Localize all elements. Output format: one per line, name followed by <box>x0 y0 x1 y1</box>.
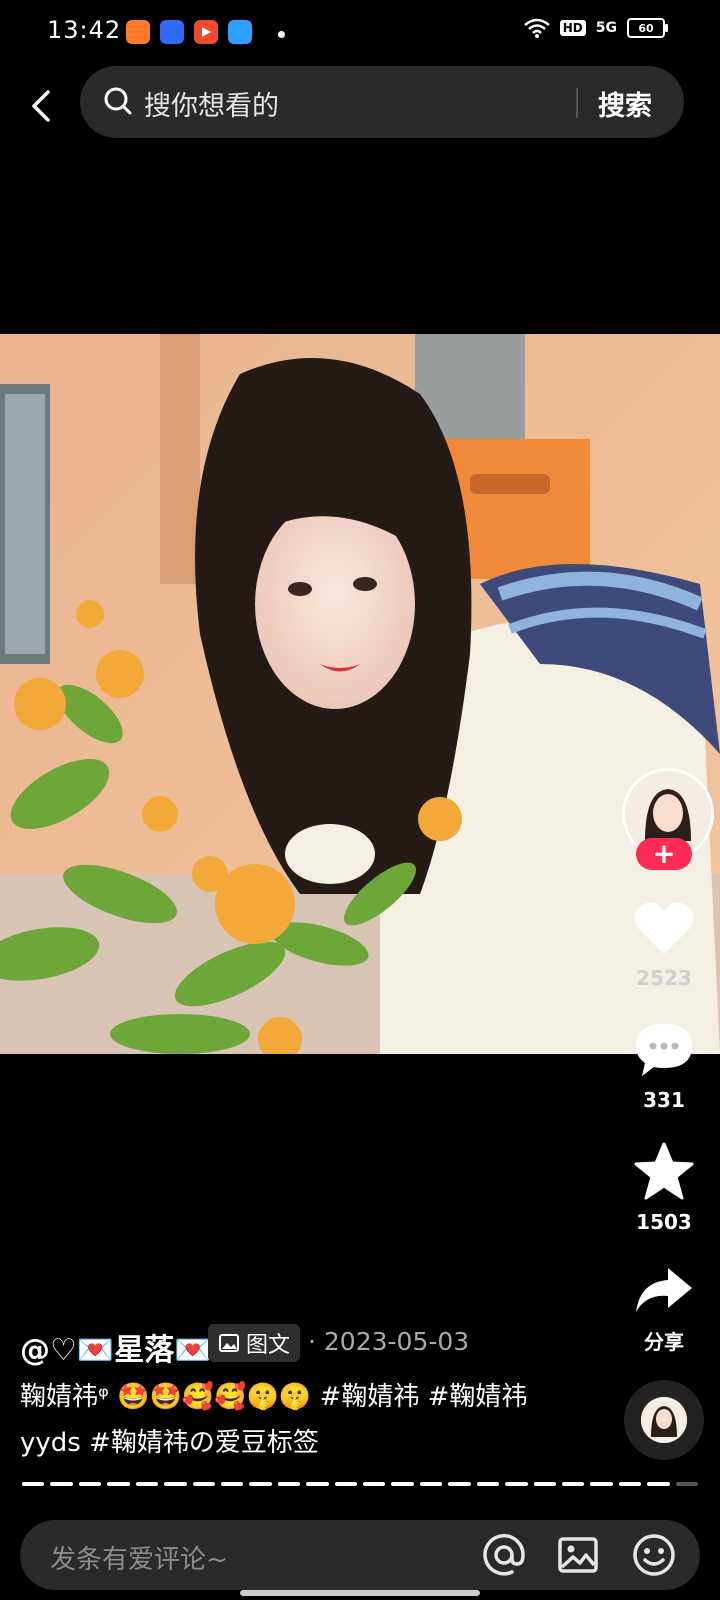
notification-icons <box>126 20 252 44</box>
progress-segment <box>277 1482 301 1486</box>
heart-icon <box>634 902 694 954</box>
like-count: 2523 <box>636 966 692 990</box>
author-name[interactable]: @♡💌星落💌 <box>20 1325 212 1369</box>
progress-segment <box>135 1482 159 1486</box>
progress-segment <box>107 1482 130 1486</box>
video-app-icon <box>194 20 218 44</box>
progress-segment <box>78 1482 102 1486</box>
more-notifications-dot <box>278 31 285 38</box>
share-arrow-icon <box>636 1268 692 1312</box>
comment-bubble-icon <box>636 1024 692 1076</box>
progress-segment <box>448 1482 471 1486</box>
wifi-icon <box>523 18 550 38</box>
progress-segment <box>22 1482 45 1486</box>
progress-segment <box>334 1482 358 1486</box>
comment-count: 331 <box>643 1088 685 1112</box>
post-image[interactable] <box>0 334 720 1054</box>
post-date: · 2023-05-03 <box>308 1327 470 1356</box>
post-type-badge: 图文 <box>208 1324 301 1362</box>
progress-segment <box>50 1482 73 1486</box>
at-mention-icon[interactable] <box>482 1533 526 1577</box>
progress-segment <box>476 1482 500 1486</box>
progress-segment <box>306 1482 329 1486</box>
like-button[interactable]: 2523 <box>614 900 714 990</box>
search-input[interactable]: 搜你想看的 <box>144 84 279 123</box>
comment-input[interactable]: 发条有爱评论~ <box>50 1539 228 1576</box>
app-notification-icon <box>126 20 150 44</box>
network-label: 5G <box>595 20 617 36</box>
system-status: HD 5G 60 <box>523 18 668 38</box>
back-button[interactable] <box>24 86 64 126</box>
star-icon <box>634 1142 694 1200</box>
image-progress-indicator <box>22 1482 699 1486</box>
search-divider <box>576 88 578 118</box>
follow-button[interactable]: + <box>636 838 692 870</box>
status-time: 13:42 <box>47 16 122 44</box>
progress-segment <box>675 1482 699 1486</box>
progress-segment <box>533 1482 557 1486</box>
emoji-icon[interactable] <box>632 1533 676 1577</box>
chevron-left-icon <box>32 90 50 122</box>
progress-segment <box>419 1482 443 1486</box>
progress-segment <box>391 1482 414 1486</box>
favorite-count: 1503 <box>636 1210 692 1234</box>
post-caption[interactable]: 鞠婧祎ᵠ 🤩🤩🥰🥰🤫🤫 #鞠婧祎 #鞠婧祎yyds #鞠婧祎の爱豆标签 <box>20 1374 580 1466</box>
app-notification-icon <box>228 20 252 44</box>
music-cover <box>641 1397 687 1443</box>
progress-segment <box>590 1482 613 1486</box>
progress-segment <box>618 1482 642 1486</box>
comment-button[interactable]: 331 <box>614 1022 714 1112</box>
music-disc[interactable] <box>624 1380 704 1460</box>
share-label: 分享 <box>644 1330 684 1354</box>
plus-icon: + <box>652 837 676 870</box>
image-picker-icon[interactable] <box>556 1533 600 1577</box>
app-notification-icon <box>160 20 184 44</box>
search-icon <box>103 86 133 116</box>
progress-segment <box>647 1482 670 1486</box>
progress-segment <box>249 1482 272 1486</box>
share-button[interactable]: 分享 <box>614 1266 714 1355</box>
battery-icon: 60 <box>627 18 668 38</box>
progress-segment <box>363 1482 386 1486</box>
home-indicator[interactable] <box>240 1590 480 1596</box>
progress-segment <box>505 1482 528 1486</box>
search-button[interactable]: 搜索 <box>598 84 652 123</box>
progress-segment <box>192 1482 215 1486</box>
progress-segment <box>164 1482 187 1486</box>
image-icon <box>219 1334 239 1352</box>
progress-segment <box>562 1482 585 1486</box>
progress-segment <box>220 1482 244 1486</box>
hd-badge: HD <box>559 20 586 36</box>
favorite-button[interactable]: 1503 <box>614 1142 714 1234</box>
